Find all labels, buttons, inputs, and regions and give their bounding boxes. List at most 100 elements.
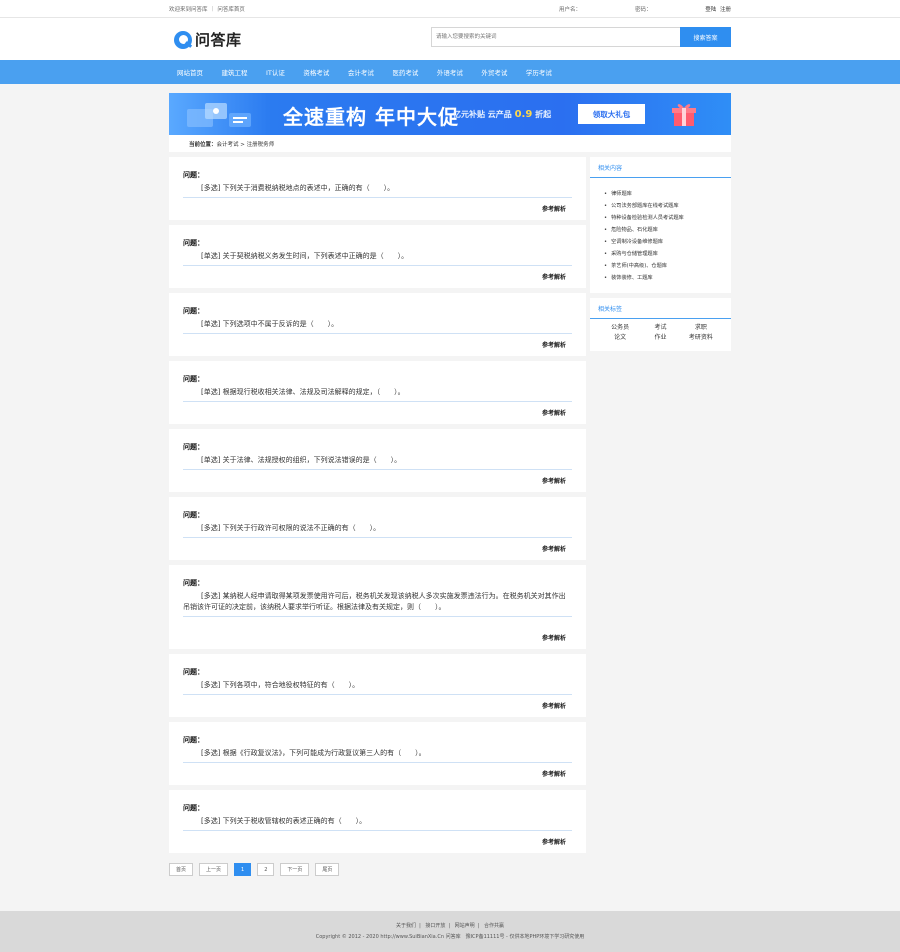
gift-box-icon: [672, 104, 696, 126]
nav-item-accounting[interactable]: 会计考试: [348, 67, 374, 77]
nav-item-home[interactable]: 网站首页: [177, 67, 203, 77]
question-text[interactable]: [多选] 下列关于税收管辖权的表述正确的有（ ）。: [183, 816, 572, 831]
question-text[interactable]: [单选] 根据现行税收相关法律、法规及司法解释的规定，（ ）。: [183, 387, 572, 402]
question-label: 问题：: [183, 579, 204, 587]
claim-gift-button[interactable]: 领取大礼包: [578, 104, 645, 124]
related-item[interactable]: 律师题库: [604, 188, 731, 200]
tag-item[interactable]: 作业: [640, 333, 680, 343]
divider: |: [211, 6, 214, 12]
copyright-text: Copyright © 2012 - 2020 http://www.SuiBi…: [315, 934, 585, 940]
question-label: 问题：: [183, 239, 204, 247]
question-card[interactable]: 问题： [单选] 关于契税纳税义务发生时间，下列表述中正确的是（ ）。 参考解析: [169, 225, 586, 288]
login-link[interactable]: 登陆: [705, 7, 716, 13]
tag-item[interactable]: 考研资料: [681, 333, 721, 343]
tag-item[interactable]: 考试: [640, 323, 680, 333]
page-last-button[interactable]: 尾页: [315, 863, 340, 876]
related-tags-title: 相关标签: [590, 298, 731, 319]
question-text[interactable]: [单选] 关于法律、法规授权的组织，下列说法错误的是（ ）。: [183, 455, 572, 470]
pagination: 首页 上一页 1 2 下一页 尾页: [169, 863, 586, 876]
related-item[interactable]: 采购与仓储管理题库: [604, 248, 731, 260]
nav-item-it[interactable]: IT认证: [266, 67, 285, 77]
search-button[interactable]: 搜索答案: [680, 27, 731, 47]
answer-link[interactable]: 参考解析: [542, 204, 566, 213]
nav-item-degree[interactable]: 学历考试: [526, 67, 552, 77]
password-label: 密码：: [635, 7, 652, 13]
tag-item[interactable]: 公务员: [600, 323, 640, 333]
question-text[interactable]: [多选] 根据《行政复议法》，下列可能成为行政复议第三人的有（ ）。: [183, 748, 572, 763]
question-text[interactable]: [单选] 下列选项中不属于反诉的是（ ）。: [183, 319, 572, 334]
promo-banner[interactable]: 全速重构 年中大促 亿元补贴 云产品 0.9 折起 领取大礼包: [169, 93, 731, 135]
answer-link[interactable]: 参考解析: [542, 408, 566, 417]
related-item[interactable]: 空调制冷设备维修题库: [604, 236, 731, 248]
welcome-text: 欢迎来到问答库: [169, 7, 208, 13]
question-list: 问题： [多选] 下列关于消费税纳税地点的表述中，正确的有（ ）。 参考解析 问…: [169, 157, 586, 876]
question-card[interactable]: 问题： [多选] 下列关于消费税纳税地点的表述中，正确的有（ ）。 参考解析: [169, 157, 586, 220]
page-next-button[interactable]: 下一页: [280, 863, 310, 876]
page-first-button[interactable]: 首页: [169, 863, 194, 876]
breadcrumb-path[interactable]: 会计考试 > 注册税务师: [217, 140, 275, 148]
footer-link-api[interactable]: 接口开放: [425, 923, 445, 929]
site-logo[interactable]: 问答库: [174, 29, 242, 50]
question-card[interactable]: 问题： [多选] 下列各项中，符合地役权特征的有（ ）。 参考解析: [169, 654, 586, 717]
question-label: 问题：: [183, 443, 204, 451]
register-link[interactable]: 注册: [720, 7, 731, 13]
related-list: 律师题库 公司法务部题库在线考试题库 特种设备检验检测人员考试题库 危险物品、石…: [590, 178, 731, 284]
footer-link-statement[interactable]: 网站声明: [455, 923, 475, 929]
main-nav: 网站首页 建筑工程 IT认证 资格考试 会计考试 医药考试 外语考试 外贸考试 …: [0, 60, 900, 84]
answer-link[interactable]: 参考解析: [542, 701, 566, 710]
related-content-box: 相关内容 律师题库 公司法务部题库在线考试题库 特种设备检验检测人员考试题库 危…: [590, 157, 731, 293]
related-item[interactable]: 特种设备检验检测人员考试题库: [604, 212, 731, 224]
search-input[interactable]: [431, 27, 680, 47]
question-label: 问题：: [183, 511, 204, 519]
question-card[interactable]: 问题： [单选] 下列选项中不属于反诉的是（ ）。 参考解析: [169, 293, 586, 356]
site-header: 问答库 搜索答案: [0, 18, 900, 60]
answer-link[interactable]: 参考解析: [542, 272, 566, 281]
related-item[interactable]: 危险物品、石化题库: [604, 224, 731, 236]
banner-headline: 全速重构 年中大促: [283, 105, 459, 129]
tag-item[interactable]: 论文: [600, 333, 640, 343]
related-item[interactable]: 装饰装修、工题库: [604, 272, 731, 284]
question-card[interactable]: 问题： [多选] 根据《行政复议法》，下列可能成为行政复议第三人的有（ ）。 参…: [169, 722, 586, 785]
question-text[interactable]: [多选] 下列关于消费税纳税地点的表述中，正确的有（ ）。: [183, 183, 572, 198]
question-text[interactable]: [单选] 关于契税纳税义务发生时间，下列表述中正确的是（ ）。: [183, 251, 572, 266]
question-label: 问题：: [183, 736, 204, 744]
question-card[interactable]: 问题： [多选] 下列关于行政许可权限的说法不正确的有（ ）。 参考解析: [169, 497, 586, 560]
question-text[interactable]: [多选] 下列关于行政许可权限的说法不正确的有（ ）。: [183, 523, 572, 538]
auth-links: 登陆 注册: [703, 5, 731, 13]
answer-link[interactable]: 参考解析: [542, 476, 566, 485]
page-2-button[interactable]: 2: [257, 863, 275, 876]
nav-item-qualification[interactable]: 资格考试: [303, 67, 329, 77]
home-link[interactable]: 问答库首页: [217, 5, 245, 13]
question-label: 问题：: [183, 375, 204, 383]
question-card[interactable]: 问题： [多选] 下列关于税收管辖权的表述正确的有（ ）。 参考解析: [169, 790, 586, 853]
question-card[interactable]: 问题： [单选] 关于法律、法规授权的组织，下列说法错误的是（ ）。 参考解析: [169, 429, 586, 492]
nav-item-language[interactable]: 外语考试: [437, 67, 463, 77]
tag-item[interactable]: 求职: [681, 323, 721, 333]
footer-link-about[interactable]: 关于我们: [396, 923, 416, 929]
question-text[interactable]: [多选] 某纳税人经申请取得某项发票使用许可后，税务机关发现该纳税人多次实施发票…: [183, 591, 572, 617]
footer-link-cooperation[interactable]: 合作共赢: [484, 923, 504, 929]
question-text[interactable]: [多选] 下列各项中，符合地役权特征的有（ ）。: [183, 680, 572, 695]
related-item[interactable]: 公司法务部题库在线考试题库: [604, 200, 731, 212]
site-footer: 关于我们 | 接口开放 | 网站声明 | 合作共赢 Copyright © 2012 …: [0, 911, 900, 952]
username-label: 用户名：: [559, 7, 582, 13]
answer-link[interactable]: 参考解析: [542, 633, 566, 642]
question-label: 问题：: [183, 668, 204, 676]
nav-item-trade[interactable]: 外贸考试: [481, 67, 507, 77]
related-tags-box: 相关标签 公务员 考试 求职 论文 作业 考研资料: [590, 298, 731, 351]
answer-link[interactable]: 参考解析: [542, 837, 566, 846]
tag-grid: 公务员 考试 求职 论文 作业 考研资料: [590, 319, 731, 343]
related-item[interactable]: 茶艺师(中高级)、仓题库: [604, 260, 731, 272]
question-card[interactable]: 问题： [多选] 某纳税人经申请取得某项发票使用许可后，税务机关发现该纳税人多次…: [169, 565, 586, 649]
question-card[interactable]: 问题： [单选] 根据现行税收相关法律、法规及司法解释的规定，（ ）。 参考解析: [169, 361, 586, 424]
breadcrumb-label: 当前位置：: [189, 141, 217, 148]
logo-text: 问答库: [195, 31, 242, 49]
answer-link[interactable]: 参考解析: [542, 544, 566, 553]
related-content-title: 相关内容: [590, 157, 731, 178]
nav-item-medicine[interactable]: 医药考试: [392, 67, 418, 77]
answer-link[interactable]: 参考解析: [542, 769, 566, 778]
answer-link[interactable]: 参考解析: [542, 340, 566, 349]
page-1-button[interactable]: 1: [234, 863, 252, 876]
page-prev-button[interactable]: 上一页: [199, 863, 229, 876]
nav-item-construction[interactable]: 建筑工程: [222, 67, 248, 77]
